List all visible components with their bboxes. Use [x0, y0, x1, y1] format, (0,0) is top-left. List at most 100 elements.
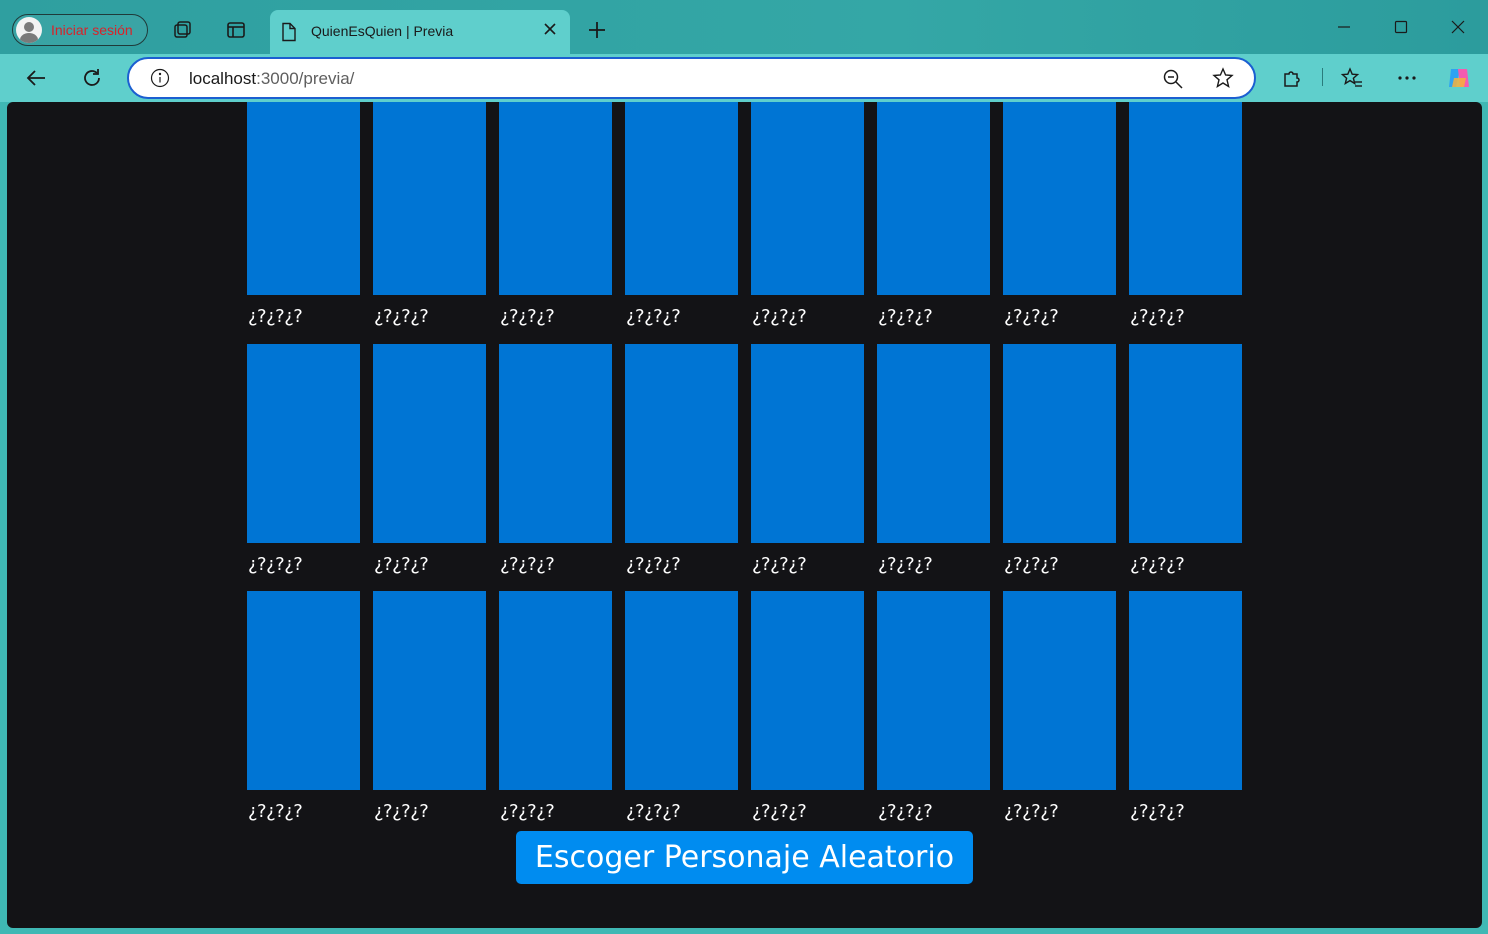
refresh-icon[interactable] [78, 64, 106, 92]
avatar-icon [16, 17, 42, 43]
character-card[interactable]: ¿?¿?¿? [1003, 343, 1116, 584]
character-card[interactable]: ¿?¿?¿? [1003, 591, 1116, 831]
character-card[interactable]: ¿?¿?¿? [499, 343, 612, 584]
character-name: ¿?¿?¿? [1004, 801, 1059, 822]
character-name: ¿?¿?¿? [878, 553, 933, 575]
character-name: ¿?¿?¿? [248, 801, 303, 822]
character-image[interactable] [625, 102, 738, 295]
character-name: ¿?¿?¿? [626, 306, 681, 327]
character-name: ¿?¿?¿? [374, 801, 429, 822]
tab-actions-icon[interactable] [224, 18, 248, 42]
character-image[interactable] [1003, 343, 1116, 543]
character-name: ¿?¿?¿? [1004, 306, 1059, 327]
tab-active[interactable]: QuienEsQuien | Previa [270, 10, 570, 54]
character-image[interactable] [247, 343, 360, 543]
url-path: :3000/previa/ [256, 69, 355, 88]
character-name: ¿?¿?¿? [248, 306, 303, 327]
character-card[interactable]: ¿?¿?¿? [373, 591, 486, 831]
random-character-button[interactable]: Escoger Personaje Aleatorio [516, 831, 973, 884]
maximize-icon[interactable] [1386, 14, 1416, 40]
profile-label: Iniciar sesión [51, 22, 133, 38]
character-name: ¿?¿?¿? [626, 801, 681, 822]
character-image[interactable] [499, 343, 612, 543]
character-card[interactable]: ¿?¿?¿? [1003, 102, 1116, 336]
character-image[interactable] [247, 591, 360, 790]
character-image[interactable] [373, 102, 486, 295]
character-image[interactable] [1129, 591, 1242, 790]
character-image[interactable] [1003, 102, 1116, 295]
character-image[interactable] [877, 102, 990, 295]
character-image[interactable] [1129, 102, 1242, 295]
character-card[interactable]: ¿?¿?¿? [877, 343, 990, 584]
more-icon[interactable] [1393, 64, 1421, 92]
favorites-icon[interactable] [1338, 64, 1366, 92]
character-name: ¿?¿?¿? [752, 306, 807, 327]
workspaces-icon[interactable] [171, 18, 195, 42]
character-card[interactable]: ¿?¿?¿? [499, 591, 612, 831]
character-image[interactable] [1003, 591, 1116, 790]
character-card[interactable]: ¿?¿?¿? [1129, 102, 1242, 336]
plus-icon[interactable] [585, 18, 609, 42]
character-image[interactable] [625, 343, 738, 543]
character-name: ¿?¿?¿? [878, 801, 933, 822]
info-icon[interactable] [150, 68, 170, 93]
character-name: ¿?¿?¿? [374, 553, 429, 575]
character-name: ¿?¿?¿? [1004, 553, 1059, 575]
document-icon [280, 22, 298, 47]
character-image[interactable] [751, 102, 864, 295]
character-card[interactable]: ¿?¿?¿? [625, 591, 738, 831]
character-image[interactable] [751, 343, 864, 543]
profile-button[interactable]: Iniciar sesión [12, 14, 148, 46]
character-name: ¿?¿?¿? [500, 553, 555, 575]
character-card[interactable]: ¿?¿?¿? [877, 102, 990, 336]
character-name: ¿?¿?¿? [500, 306, 555, 327]
character-image[interactable] [751, 591, 864, 790]
page-viewport: ¿?¿?¿? ¿?¿?¿? ¿?¿?¿? ¿?¿?¿? ¿?¿?¿? ¿?¿?¿? ¿?¿?… [7, 102, 1482, 928]
character-image[interactable] [499, 102, 612, 295]
character-image[interactable] [877, 343, 990, 543]
character-image[interactable] [247, 102, 360, 295]
character-card[interactable]: ¿?¿?¿? [247, 591, 360, 831]
character-name: ¿?¿?¿? [626, 553, 681, 575]
character-card[interactable]: ¿?¿?¿? [1129, 591, 1242, 831]
character-name: ¿?¿?¿? [500, 801, 555, 822]
url-host: localhost [189, 69, 257, 88]
character-card[interactable]: ¿?¿?¿? [247, 102, 360, 336]
browser-title-bar: Iniciar sesión QuienEsQuien | Previa [0, 0, 1488, 54]
character-name: ¿?¿?¿? [1130, 553, 1185, 575]
close-icon[interactable] [542, 21, 558, 37]
character-image[interactable] [373, 343, 486, 543]
character-card[interactable]: ¿?¿?¿? [373, 102, 486, 336]
character-image[interactable] [499, 591, 612, 790]
puzzle-icon[interactable] [1278, 64, 1306, 92]
character-card[interactable]: ¿?¿?¿? [499, 102, 612, 336]
character-image[interactable] [373, 591, 486, 790]
character-name: ¿?¿?¿? [878, 306, 933, 327]
character-image[interactable] [1129, 343, 1242, 543]
url-text[interactable]: localhost:3000/previa/ [189, 69, 354, 89]
character-name: ¿?¿?¿? [374, 306, 429, 327]
character-card[interactable]: ¿?¿?¿? [373, 343, 486, 584]
minimize-icon[interactable] [1329, 14, 1359, 40]
character-card[interactable]: ¿?¿?¿? [751, 343, 864, 584]
character-card[interactable]: ¿?¿?¿? [247, 343, 360, 584]
character-card[interactable]: ¿?¿?¿? [625, 102, 738, 336]
character-card[interactable]: ¿?¿?¿? [751, 102, 864, 336]
star-icon[interactable] [1212, 67, 1234, 94]
character-name: ¿?¿?¿? [1130, 801, 1185, 822]
tab-title: QuienEsQuien | Previa [311, 23, 454, 39]
zoom-out-icon[interactable] [1162, 68, 1184, 95]
character-image[interactable] [625, 591, 738, 790]
character-card[interactable]: ¿?¿?¿? [877, 591, 990, 831]
close-window-icon[interactable] [1443, 14, 1473, 40]
copilot-icon[interactable] [1445, 64, 1473, 92]
character-image[interactable] [877, 591, 990, 790]
address-bar[interactable]: localhost:3000/previa/ [127, 57, 1256, 99]
browser-toolbar: localhost:3000/previa/ [0, 54, 1488, 102]
character-card[interactable]: ¿?¿?¿? [1129, 343, 1242, 584]
character-name: ¿?¿?¿? [752, 553, 807, 575]
character-card[interactable]: ¿?¿?¿? [625, 343, 738, 584]
character-name: ¿?¿?¿? [752, 801, 807, 822]
back-arrow-icon[interactable] [22, 64, 50, 92]
character-card[interactable]: ¿?¿?¿? [751, 591, 864, 831]
